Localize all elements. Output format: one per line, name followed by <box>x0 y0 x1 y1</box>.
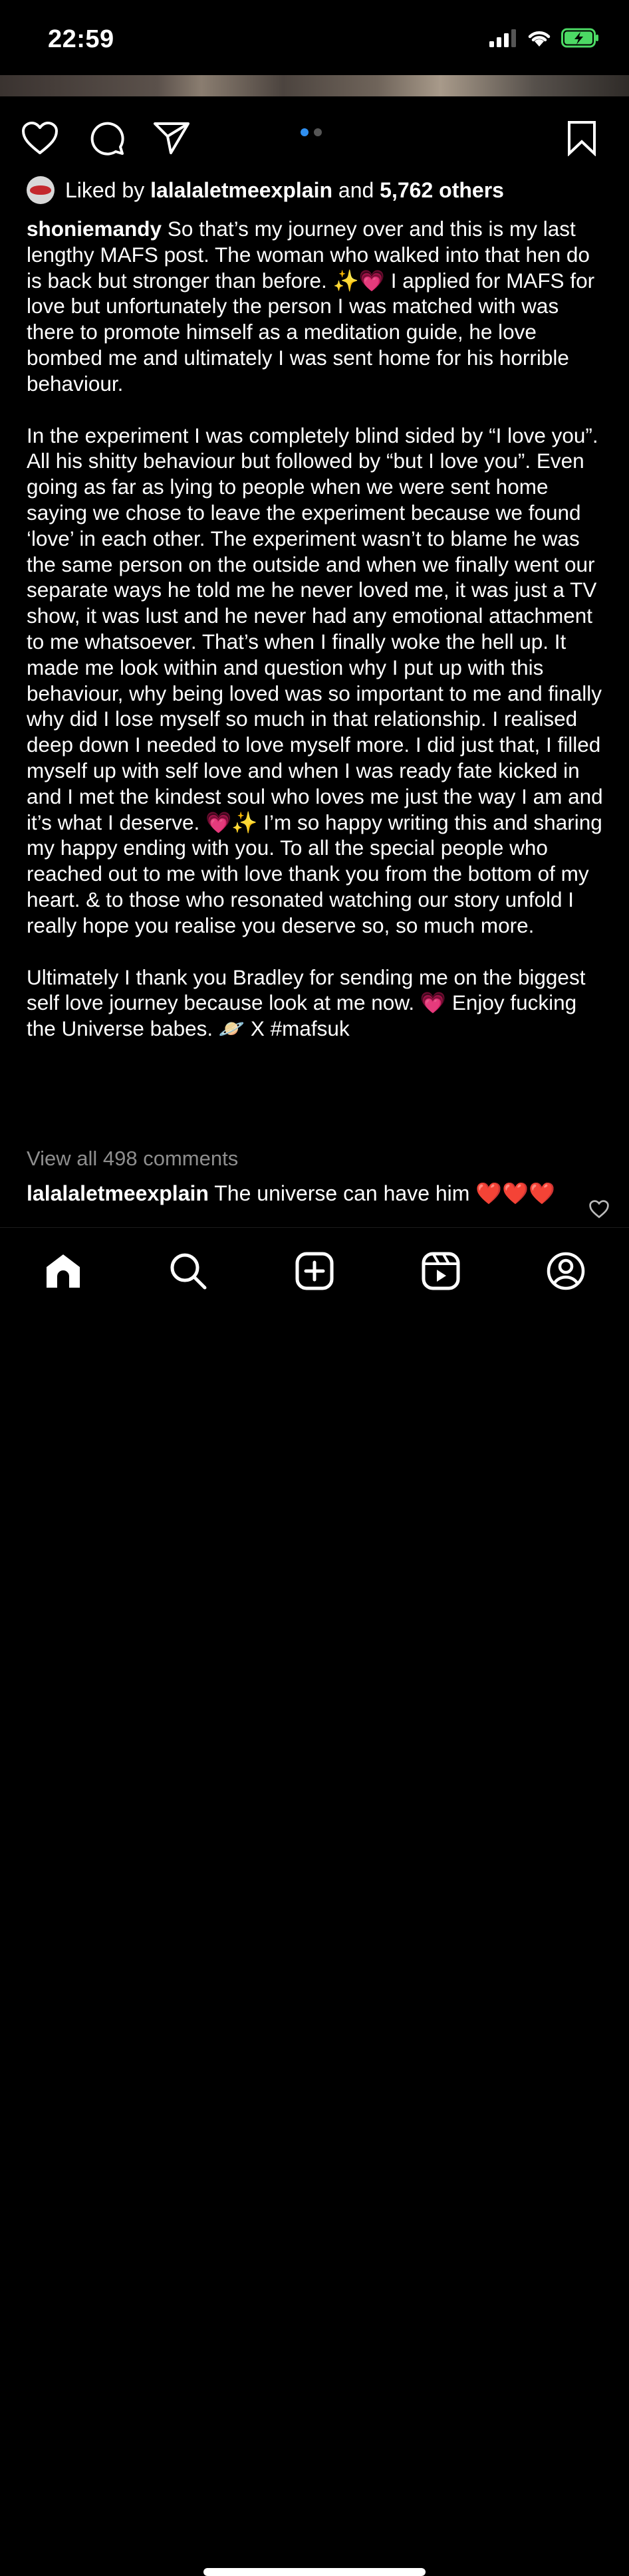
caption-text: So that’s my journey over and this is my… <box>27 217 595 396</box>
wifi-icon <box>528 31 551 47</box>
bookmark-icon <box>568 121 596 156</box>
liked-by-user[interactable]: lalalaletmeexplain <box>150 178 332 203</box>
comment-text: The universe can have him ❤️❤️❤️ <box>214 1181 555 1205</box>
tab-search[interactable] <box>165 1248 211 1294</box>
home-icon <box>47 1254 80 1288</box>
tab-home[interactable] <box>40 1248 86 1294</box>
caption-paragraph: In the experiment I was completely blind… <box>27 423 603 937</box>
paper-plane-icon <box>154 122 189 154</box>
comment-like-button[interactable] <box>589 1200 609 1222</box>
caption-username[interactable]: shoniemandy <box>27 217 162 241</box>
tab-reels[interactable] <box>418 1248 464 1294</box>
caption-paragraph: Ultimately I thank you Bradley for sendi… <box>27 965 586 1041</box>
heart-icon <box>22 122 58 154</box>
top-comment: lalalaletmeexplain The universe can have… <box>27 1181 572 1206</box>
post-actions <box>0 113 629 160</box>
liked-by-and: and <box>338 177 374 202</box>
cellular-signal-icon <box>489 29 516 47</box>
carousel-dot-active <box>301 128 309 136</box>
carousel-pagination <box>301 128 322 136</box>
tab-create[interactable] <box>291 1248 338 1294</box>
liker-avatar <box>27 176 55 204</box>
caption-paragraph: shoniemandy So that’s my journey over an… <box>27 216 605 397</box>
liked-by-prefix: Liked by <box>65 177 145 202</box>
post-caption: shoniemandy So that’s my journey over an… <box>27 216 605 1068</box>
reels-icon <box>422 1252 460 1290</box>
status-bar: 22:59 <box>0 0 629 76</box>
comment-username[interactable]: lalalaletmeexplain <box>27 1181 209 1205</box>
like-button[interactable] <box>20 118 60 158</box>
create-post-icon <box>295 1252 334 1290</box>
liked-by-row[interactable]: Liked by lalalaletmeexplain and 5,762 ot… <box>27 176 504 204</box>
comment-bubble-icon <box>90 122 124 156</box>
view-all-comments-link[interactable]: View all 498 comments <box>27 1147 238 1171</box>
carousel-dot <box>314 128 322 136</box>
save-button[interactable] <box>562 118 602 158</box>
tab-profile[interactable] <box>543 1248 589 1294</box>
share-button[interactable] <box>152 118 191 158</box>
status-time: 22:59 <box>48 25 114 53</box>
search-icon <box>170 1253 207 1290</box>
liked-by-others[interactable]: 5,762 others <box>380 178 504 203</box>
post-image-bottom-edge[interactable] <box>0 75 629 96</box>
status-icons <box>488 28 600 48</box>
profile-icon <box>547 1252 585 1290</box>
heart-icon <box>589 1200 609 1219</box>
home-indicator[interactable] <box>203 2568 426 2576</box>
comment-button[interactable] <box>87 118 127 158</box>
bottom-tab-bar <box>0 1227 629 2576</box>
battery-charging-icon <box>561 28 598 48</box>
